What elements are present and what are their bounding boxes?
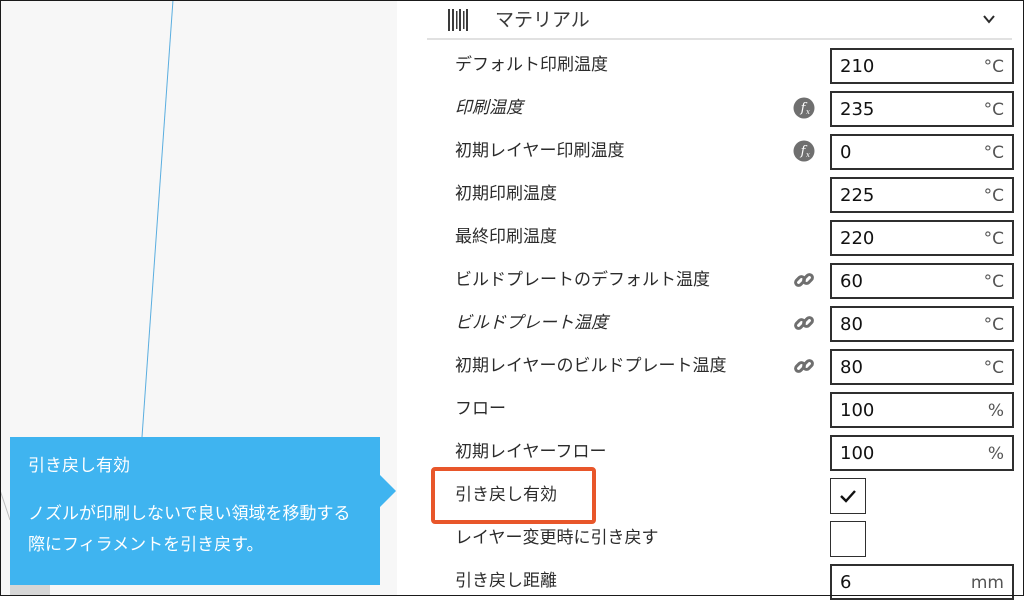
setting-row-flow: フロー 100 % xyxy=(397,388,1024,431)
setting-value: 80 xyxy=(840,314,863,335)
setting-unit: °C xyxy=(983,100,1004,120)
retract-at-layer-change-checkbox[interactable] xyxy=(830,521,866,557)
setting-row-initial-layer-build-plate-temp: 初期レイヤーのビルドプレート温度 80 °C xyxy=(397,345,1024,388)
checkmark-icon xyxy=(840,490,856,503)
setting-unit: °C xyxy=(983,143,1004,163)
chevron-down-icon[interactable] xyxy=(982,12,996,26)
svg-text:x: x xyxy=(806,108,810,116)
setting-label: デフォルト印刷温度 xyxy=(455,55,608,75)
setting-unit: °C xyxy=(983,315,1004,335)
setting-row-retraction-distance: 引き戻し距離 6 mm xyxy=(397,560,1024,603)
setting-unit: % xyxy=(987,401,1004,421)
setting-label: 初期レイヤーのビルドプレート温度 xyxy=(455,356,727,376)
setting-row-initial-layer-print-temp: 初期レイヤー印刷温度 f x 0 °C xyxy=(397,130,1024,173)
link-icon[interactable] xyxy=(793,269,815,291)
setting-input-field[interactable]: 210 °C xyxy=(830,48,1014,84)
function-icon[interactable]: f x xyxy=(793,140,815,162)
build-plate-corner xyxy=(10,585,50,596)
setting-value: 100 xyxy=(840,443,875,464)
function-icon[interactable]: f x xyxy=(793,97,815,119)
setting-unit: °C xyxy=(983,186,1004,206)
setting-value: 60 xyxy=(840,271,863,292)
tooltip-title: 引き戻し有効 xyxy=(28,456,130,476)
link-icon[interactable] xyxy=(793,355,815,377)
enable-retraction-checkbox[interactable] xyxy=(830,478,866,514)
setting-value: 80 xyxy=(840,357,863,378)
category-header-material[interactable]: マテリアル xyxy=(427,0,1012,40)
category-label: マテリアル xyxy=(495,9,590,31)
setting-value: 210 xyxy=(840,56,875,77)
setting-input-field[interactable]: 6 mm xyxy=(830,564,1014,600)
setting-label: 初期レイヤーフロー xyxy=(455,442,607,462)
setting-value: 0 xyxy=(840,142,852,163)
setting-row-print-temp: 印刷温度 f x 235 °C xyxy=(397,87,1024,130)
setting-value: 100 xyxy=(840,400,875,421)
setting-input-field[interactable]: 235 °C xyxy=(830,91,1014,127)
setting-label: フロー xyxy=(455,399,506,419)
setting-input-field[interactable]: 80 °C xyxy=(830,349,1014,385)
setting-unit: mm xyxy=(970,573,1004,593)
setting-label: ビルドプレートのデフォルト温度 xyxy=(455,270,710,290)
setting-label: 初期レイヤー印刷温度 xyxy=(455,141,625,161)
setting-row-final-print-temp: 最終印刷温度 220 °C xyxy=(397,216,1024,259)
setting-value: 6 xyxy=(840,572,852,593)
setting-label: レイヤー変更時に引き戻す xyxy=(455,528,659,548)
setting-input-field[interactable]: 0 °C xyxy=(830,134,1014,170)
tooltip-description: ノズルが印刷しないで良い領域を移動する際にフィラメントを引き戻す。 xyxy=(28,504,351,555)
setting-label: 印刷温度 xyxy=(455,98,523,118)
build-volume-edge-line xyxy=(141,0,174,438)
material-icon xyxy=(448,9,468,31)
setting-unit: °C xyxy=(983,229,1004,249)
setting-input-field[interactable]: 220 °C xyxy=(830,220,1014,256)
setting-row-default-build-plate-temp: ビルドプレートのデフォルト温度 60 °C xyxy=(397,259,1024,302)
setting-row-build-plate-temp: ビルドプレート温度 80 °C xyxy=(397,302,1024,345)
setting-label: 最終印刷温度 xyxy=(455,227,557,247)
setting-label: 引き戻し距離 xyxy=(455,571,557,591)
setting-row-default-print-temp: デフォルト印刷温度 210 °C xyxy=(397,44,1024,87)
setting-row-initial-print-temp: 初期印刷温度 225 °C xyxy=(397,173,1024,216)
setting-value: 235 xyxy=(840,99,875,120)
setting-input-field[interactable]: 80 °C xyxy=(830,306,1014,342)
setting-unit: °C xyxy=(983,358,1004,378)
setting-input-field[interactable]: 225 °C xyxy=(830,177,1014,213)
setting-value: 225 xyxy=(840,185,875,206)
setting-input-field[interactable]: 100 % xyxy=(830,435,1014,471)
highlight-box xyxy=(431,467,596,524)
setting-input-field[interactable]: 100 % xyxy=(830,392,1014,428)
setting-unit: °C xyxy=(983,57,1004,77)
setting-unit: °C xyxy=(983,272,1004,292)
link-icon[interactable] xyxy=(793,312,815,334)
setting-label: ビルドプレート温度 xyxy=(455,313,608,333)
setting-unit: % xyxy=(987,444,1004,464)
setting-input-field[interactable]: 60 °C xyxy=(830,263,1014,299)
setting-value: 220 xyxy=(840,228,875,249)
svg-text:x: x xyxy=(806,151,810,159)
setting-tooltip: 引き戻し有効 ノズルが印刷しないで良い領域を移動する際にフィラメントを引き戻す。 xyxy=(10,437,396,585)
build-plate-edge-line xyxy=(0,489,11,521)
setting-label: 初期印刷温度 xyxy=(455,184,557,204)
